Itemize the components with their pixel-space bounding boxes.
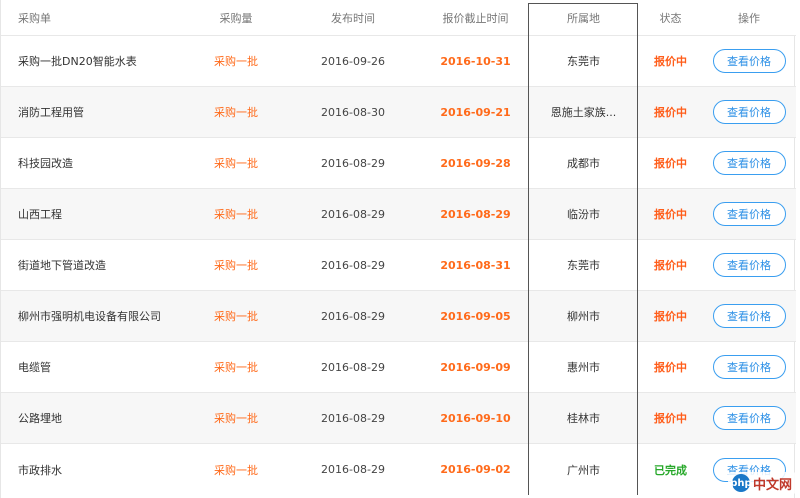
row-status: 已完成 [654,463,687,477]
table-row: 柳州市强明机电设备有限公司 采购一批 2016-08-29 2016-09-05… [1,291,796,342]
php-logo-icon: php [730,474,752,492]
table-row: 科技园改造 采购一批 2016-08-29 2016-09-28 成都市 报价中… [1,138,796,189]
view-price-button[interactable]: 查看价格 [712,253,786,277]
row-publish-date: 2016-08-29 [321,309,385,323]
row-status: 报价中 [654,208,687,221]
row-deadline: 2016-09-02 [440,463,511,476]
row-quantity: 采购一批 [214,259,258,272]
row-publish-date: 2016-08-29 [321,411,385,425]
table-row: 山西工程 采购一批 2016-08-29 2016-08-29 临汾市 报价中 … [1,189,796,240]
view-price-button[interactable]: 查看价格 [712,49,786,73]
row-quantity: 采购一批 [214,361,258,374]
header-status: 状态 [659,11,682,25]
view-price-button[interactable]: 查看价格 [712,355,786,379]
row-location: 恩施土家族... [550,106,617,119]
row-name[interactable]: 街道地下管道改造 [1,240,189,290]
row-name[interactable]: 山西工程 [1,189,189,239]
row-name[interactable]: 公路埋地 [1,393,189,443]
row-quantity: 采购一批 [214,208,258,221]
row-status: 报价中 [654,106,687,119]
row-quantity: 采购一批 [214,157,258,170]
row-status: 报价中 [654,157,687,170]
row-publish-date: 2016-08-29 [321,207,385,221]
row-deadline: 2016-08-29 [440,207,511,221]
row-quantity: 采购一批 [214,463,258,477]
row-deadline: 2016-09-09 [440,360,511,374]
header-publish-date: 发布时间 [331,11,375,25]
view-price-button[interactable]: 查看价格 [712,202,786,226]
row-action-cell: 查看价格 [702,36,796,86]
row-name[interactable]: 消防工程用管 [1,87,189,137]
row-location: 东莞市 [567,55,600,68]
header-name: 采购单 [18,11,51,25]
row-name[interactable]: 柳州市强明机电设备有限公司 [1,291,189,341]
row-deadline: 2016-09-10 [440,411,511,425]
row-publish-date: 2016-08-29 [321,258,385,272]
row-action-cell: 查看价格 [702,342,796,392]
row-name[interactable]: 科技园改造 [1,138,189,188]
table-row: 消防工程用管 采购一批 2016-08-30 2016-09-21 恩施土家族.… [1,87,796,138]
row-location: 东莞市 [567,259,600,272]
row-publish-date: 2016-08-29 [321,463,385,476]
header-location: 所属地 [567,11,600,25]
row-status: 报价中 [654,412,687,425]
header-deadline: 报价截止时间 [442,11,509,25]
purchase-table: 采购单 采购量 发布时间 报价截止时间 所属地 状态 操作 采购一批DN20智能… [0,0,796,498]
table-header: 采购单 采购量 发布时间 报价截止时间 所属地 状态 操作 [1,0,796,36]
table-row: 采购一批DN20智能水表 采购一批 2016-09-26 2016-10-31 … [1,36,796,87]
row-location: 成都市 [567,157,600,170]
header-action: 操作 [738,11,760,25]
view-price-button[interactable]: 查看价格 [712,406,786,430]
row-name[interactable]: 电缆管 [1,342,189,392]
row-quantity: 采购一批 [214,106,258,119]
row-action-cell: 查看价格 [702,189,796,239]
table-row: 公路埋地 采购一批 2016-08-29 2016-09-10 桂林市 报价中 … [1,393,796,444]
row-location: 临汾市 [567,208,600,221]
row-publish-date: 2016-08-29 [321,156,385,170]
row-name[interactable]: 采购一批DN20智能水表 [1,36,189,86]
row-deadline: 2016-09-05 [440,309,511,323]
row-location: 桂林市 [567,412,600,425]
row-publish-date: 2016-09-26 [321,54,385,68]
view-price-button[interactable]: 查看价格 [712,151,786,175]
row-status: 报价中 [654,361,687,374]
row-publish-date: 2016-08-30 [321,105,385,119]
row-action-cell: 查看价格 [702,240,796,290]
header-quantity: 采购量 [219,11,253,25]
view-price-button[interactable]: 查看价格 [712,100,786,124]
row-deadline: 2016-09-28 [440,156,511,170]
site-watermark: php 中文网 [727,472,796,494]
row-location: 柳州市 [567,310,600,323]
row-deadline: 2016-09-21 [440,105,511,119]
row-deadline: 2016-08-31 [440,258,511,272]
row-quantity: 采购一批 [214,55,258,68]
row-action-cell: 查看价格 [702,393,796,443]
table-row: 街道地下管道改造 采购一批 2016-08-29 2016-08-31 东莞市 … [1,240,796,291]
row-quantity: 采购一批 [214,310,258,323]
table-row: 市政排水 采购一批 2016-08-29 2016-09-02 广州市 已完成 … [1,444,796,495]
row-status: 报价中 [654,310,687,323]
row-deadline: 2016-10-31 [440,54,511,68]
row-action-cell: 查看价格 [702,87,796,137]
row-location: 惠州市 [567,361,600,374]
row-quantity: 采购一批 [214,412,258,425]
view-price-button[interactable]: 查看价格 [712,304,786,328]
table-row: 电缆管 采购一批 2016-08-29 2016-09-09 惠州市 报价中 查… [1,342,796,393]
row-publish-date: 2016-08-29 [321,360,385,374]
row-action-cell: 查看价格 [702,138,796,188]
row-location: 广州市 [567,463,600,477]
row-name[interactable]: 市政排水 [1,444,189,495]
row-status: 报价中 [654,55,687,68]
row-action-cell: 查看价格 [702,291,796,341]
row-status: 报价中 [654,259,687,272]
watermark-text: 中文网 [752,477,792,493]
